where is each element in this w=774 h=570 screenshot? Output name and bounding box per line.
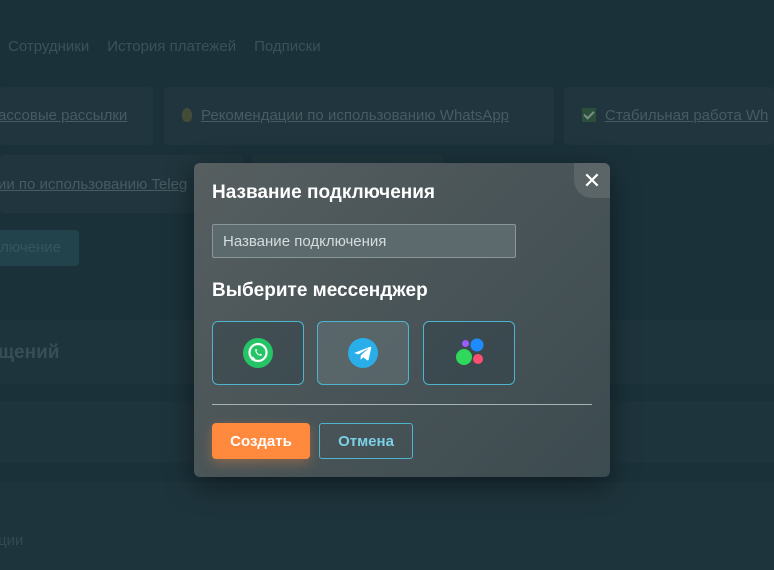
close-button[interactable]: ✕ xyxy=(574,163,610,198)
divider xyxy=(212,404,592,405)
messenger-option-whatsapp[interactable] xyxy=(212,321,304,385)
telegram-icon xyxy=(348,338,378,368)
create-connection-modal: ✕ Название подключения Выберите мессендж… xyxy=(194,163,610,477)
modal-title: Название подключения xyxy=(212,182,436,203)
messenger-option-telegram[interactable] xyxy=(317,321,409,385)
connection-name-input[interactable] xyxy=(212,224,516,258)
whatsapp-icon xyxy=(243,338,273,368)
create-button[interactable]: Создать xyxy=(212,423,310,459)
close-icon: ✕ xyxy=(582,167,602,193)
cancel-button[interactable]: Отмена xyxy=(319,423,413,459)
messenger-option-other[interactable] xyxy=(423,321,515,385)
dots-messenger-icon xyxy=(456,338,484,365)
messenger-heading: Выберите мессенджер xyxy=(212,280,428,301)
